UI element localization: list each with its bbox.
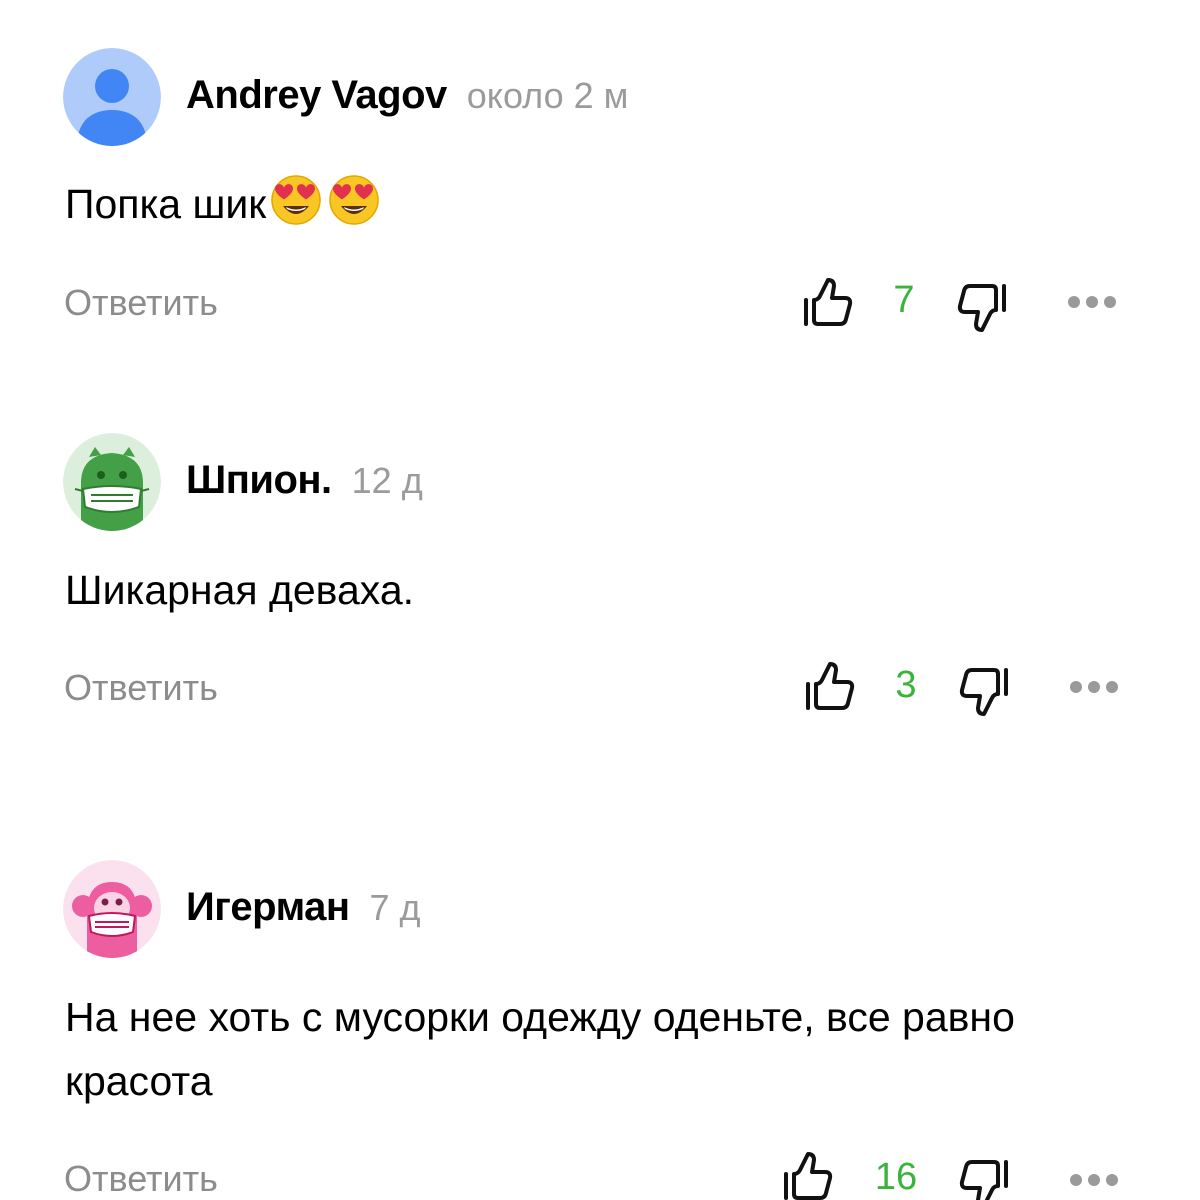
- author-name[interactable]: Игерман: [186, 885, 350, 929]
- user-avatar[interactable]: [63, 860, 161, 958]
- more-options-icon[interactable]: [1068, 1170, 1120, 1195]
- reply-button[interactable]: Ответить: [64, 1158, 218, 1200]
- comment-timestamp: 12 д: [351, 460, 423, 501]
- reply-button[interactable]: Ответить: [64, 667, 218, 709]
- comment-text-body: Попка шик: [65, 181, 267, 227]
- comment-timestamp: 7 д: [369, 887, 421, 928]
- user-avatar[interactable]: [63, 433, 161, 531]
- reply-button[interactable]: Ответить: [64, 282, 218, 324]
- like-count: 16: [874, 1156, 918, 1198]
- comment-text: На нее хоть с мусорки одежду оденьте, вс…: [65, 985, 1125, 1113]
- like-count: 7: [893, 279, 915, 321]
- more-options-icon[interactable]: [1066, 292, 1118, 317]
- author-name[interactable]: Шпион.: [186, 458, 332, 502]
- thumbs-up-icon[interactable]: [780, 1150, 834, 1200]
- comment-author[interactable]: Игерман 7 д: [186, 885, 421, 930]
- user-avatar[interactable]: [63, 48, 161, 146]
- comment-author[interactable]: Andrey Vagov около 2 м: [186, 73, 628, 118]
- more-options-icon[interactable]: [1068, 677, 1120, 702]
- comment-author[interactable]: Шпион. 12 д: [186, 458, 423, 503]
- comment-text-body: Шикарная деваха.: [65, 567, 415, 613]
- heart-eyes-emoji-icon: [268, 174, 324, 244]
- thumbs-up-icon[interactable]: [802, 660, 856, 719]
- comment-text: Попка шик: [65, 172, 1125, 244]
- comment-timestamp: около 2 м: [466, 75, 629, 116]
- thumbs-down-icon[interactable]: [958, 664, 1012, 723]
- default-user-avatar-icon: [63, 48, 161, 146]
- comments-page: Andrey Vagov около 2 м Попка шик Ответит…: [0, 0, 1200, 1200]
- like-count: 3: [895, 664, 917, 706]
- comment-text: Шикарная деваха.: [65, 558, 1125, 622]
- green-monster-mask-avatar-icon: [63, 433, 161, 531]
- thumbs-down-icon[interactable]: [956, 280, 1010, 339]
- author-name[interactable]: Andrey Vagov: [186, 73, 447, 117]
- pink-monkey-mask-avatar-icon: [63, 860, 161, 958]
- thumbs-up-icon[interactable]: [800, 276, 854, 335]
- thumbs-down-icon[interactable]: [958, 1156, 1012, 1200]
- comment-text-body: На нее хоть с мусорки одежду оденьте, вс…: [65, 994, 1015, 1104]
- heart-eyes-emoji-icon: [326, 174, 382, 244]
